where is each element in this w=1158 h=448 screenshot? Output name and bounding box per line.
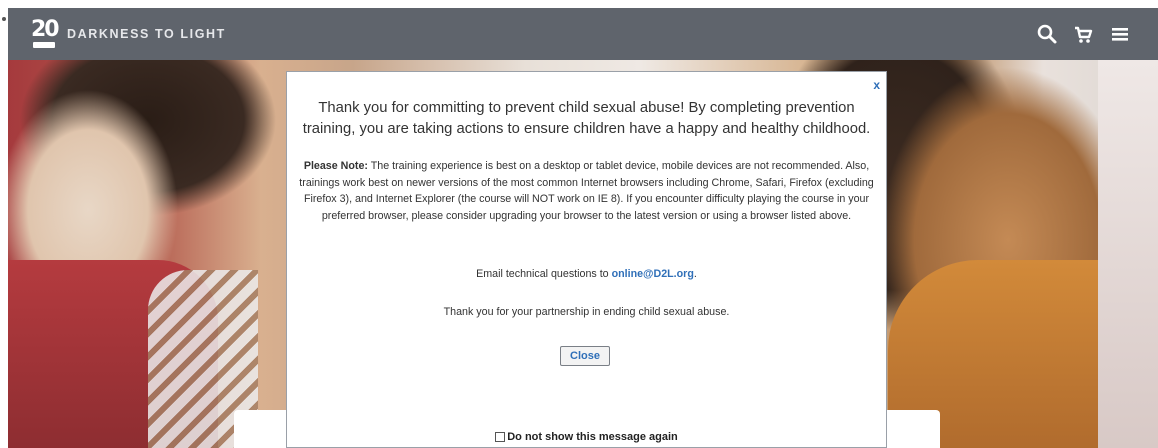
site-logo[interactable]: 20 DARKNESS TO LIGHT — [31, 16, 226, 52]
note-text: The training experience is best on a des… — [299, 160, 874, 222]
modal-email-line: Email technical questions to online@D2L.… — [287, 268, 886, 280]
menu-icon[interactable] — [1108, 22, 1132, 46]
dont-show-label[interactable]: Do not show this message again — [507, 431, 678, 443]
logo-years-bar — [33, 42, 55, 48]
email-suffix: . — [693, 268, 697, 280]
search-icon[interactable] — [1035, 22, 1059, 46]
hero-background-window — [1098, 60, 1158, 448]
page-dot — [2, 17, 6, 21]
email-link[interactable]: online@D2L.org — [612, 268, 694, 280]
modal-lead-text: Thank you for committing to prevent chil… — [302, 100, 871, 137]
top-navigation-bar: 20 DARKNESS TO LIGHT — [8, 8, 1158, 60]
modal-thanks-text: Thank you for your partnership in ending… — [443, 306, 730, 318]
dont-show-checkbox[interactable] — [495, 432, 506, 442]
cart-icon[interactable] — [1071, 22, 1095, 46]
logo-text: DARKNESS TO LIGHT — [67, 27, 226, 41]
modal-close-x[interactable]: x — [873, 78, 880, 92]
dont-show-again-row[interactable]: Do not show this message again — [287, 431, 886, 443]
prevention-training-modal: x Thank you for committing to prevent ch… — [286, 71, 887, 448]
modal-note-paragraph: Please Note: The training experience is … — [287, 158, 886, 224]
close-button[interactable]: Close — [560, 346, 610, 366]
note-label: Please Note: — [303, 160, 368, 172]
logo-number: 20 — [31, 17, 60, 42]
email-prefix: Email technical questions to — [476, 268, 612, 280]
logo-20-mark: 20 — [31, 17, 60, 49]
